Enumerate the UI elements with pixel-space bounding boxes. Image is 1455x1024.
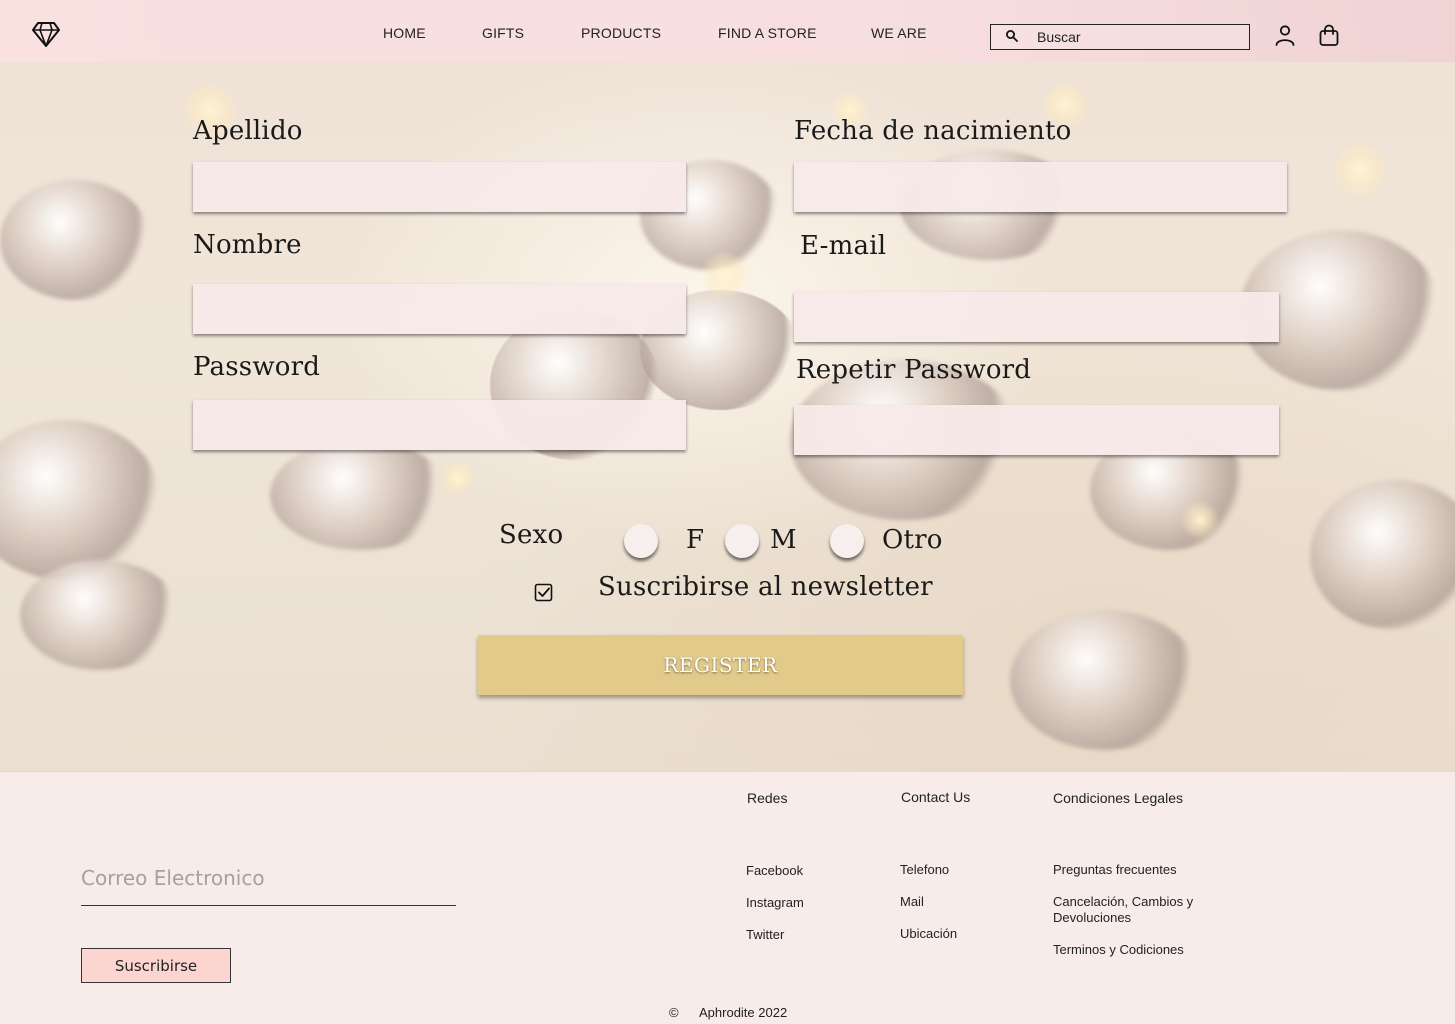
search-box[interactable] <box>990 24 1250 50</box>
sparkle-decoration <box>1330 140 1390 200</box>
sexo-radio-otro[interactable] <box>830 524 864 558</box>
fecha-nacimiento-label: Fecha de nacimiento <box>794 116 1072 146</box>
footer-link-preguntas[interactable]: Preguntas frecuentes <box>1053 862 1177 878</box>
email-label: E-mail <box>800 231 887 261</box>
nav-products[interactable]: PRODUCTS <box>581 25 661 41</box>
footer-link-twitter[interactable]: Twitter <box>746 927 784 943</box>
sexo-option-otro-label: Otro <box>882 525 943 555</box>
fecha-nacimiento-field[interactable] <box>794 162 1287 212</box>
newsletter-checkbox[interactable] <box>534 582 554 602</box>
diamond-logo-icon[interactable] <box>31 20 61 48</box>
top-navigation-bar: HOME GIFTS PRODUCTS FIND A STORE WE ARE <box>0 0 1455 62</box>
footer-link-instagram[interactable]: Instagram <box>746 895 804 911</box>
apellido-label: Apellido <box>193 116 303 146</box>
sparkle-decoration <box>1180 500 1220 540</box>
shopping-bag-icon[interactable] <box>1317 23 1341 47</box>
footer-link-telefono[interactable]: Telefono <box>900 862 949 878</box>
copyright-text: Aphrodite 2022 <box>699 1005 788 1020</box>
nav-gifts[interactable]: GIFTS <box>482 25 524 41</box>
sexo-label: Sexo <box>499 520 564 550</box>
search-icon[interactable] <box>1005 29 1019 43</box>
nav-find-a-store[interactable]: FIND A STORE <box>718 25 817 41</box>
gem-decoration <box>0 180 150 300</box>
newsletter-email-input[interactable] <box>81 850 456 906</box>
search-input[interactable] <box>1037 28 1237 46</box>
password-label: Password <box>193 352 321 382</box>
footer-link-cancelacion[interactable]: Cancelación, Cambios y Devoluciones <box>1053 894 1223 926</box>
footer: Suscribirse Redes Facebook Instagram Twi… <box>0 771 1455 1024</box>
gem-decoration <box>270 440 450 550</box>
nav-we-are[interactable]: WE ARE <box>871 25 927 41</box>
repeat-password-field[interactable] <box>794 405 1279 455</box>
footer-legal-title: Condiciones Legales <box>1053 790 1183 806</box>
nav-home[interactable]: HOME <box>383 25 426 41</box>
user-icon[interactable] <box>1273 23 1297 47</box>
footer-link-mail[interactable]: Mail <box>900 894 924 910</box>
password-field[interactable] <box>193 400 686 450</box>
footer-link-ubicacion[interactable]: Ubicación <box>900 926 957 942</box>
sparkle-decoration <box>700 250 750 300</box>
sexo-radio-f[interactable] <box>624 524 658 558</box>
gem-decoration <box>1010 610 1200 750</box>
apellido-field[interactable] <box>193 162 686 212</box>
email-field[interactable] <box>794 292 1279 342</box>
footer-contact-title: Contact Us <box>901 789 971 805</box>
newsletter-label: Suscribirse al newsletter <box>598 572 933 602</box>
subscribe-button[interactable]: Suscribirse <box>81 948 231 983</box>
gem-decoration <box>20 560 180 670</box>
copyright-icon: © <box>669 1005 679 1020</box>
footer-link-terminos[interactable]: Terminos y Codiciones <box>1053 942 1184 958</box>
sexo-option-m-label: M <box>770 525 797 555</box>
repeat-password-label: Repetir Password <box>796 355 1032 385</box>
sexo-radio-m[interactable] <box>725 524 759 558</box>
register-button[interactable]: REGISTER <box>478 635 963 695</box>
sparkle-decoration <box>440 460 476 496</box>
footer-link-facebook[interactable]: Facebook <box>746 863 803 879</box>
gem-decoration <box>1310 480 1455 630</box>
sexo-option-f-label: F <box>686 525 705 555</box>
nombre-field[interactable] <box>193 284 686 334</box>
footer-redes-title: Redes <box>747 790 788 806</box>
gem-decoration <box>0 420 160 580</box>
nombre-label: Nombre <box>193 230 302 260</box>
